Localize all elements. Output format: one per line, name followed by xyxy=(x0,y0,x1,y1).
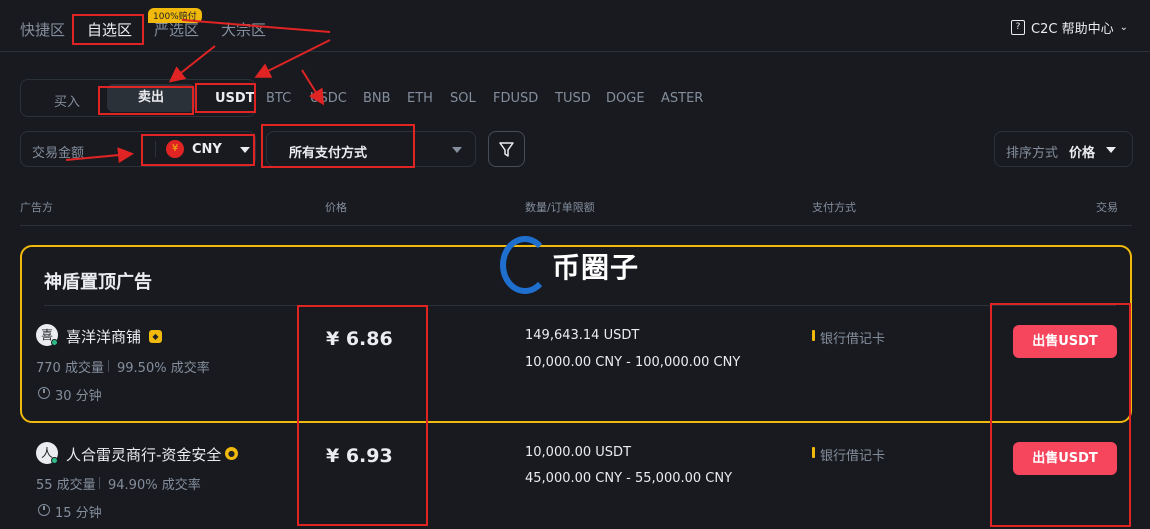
header-payment: 支付方式 xyxy=(812,201,856,214)
help-center-link[interactable]: ? C2C 帮助中心 ⌄ xyxy=(1011,18,1128,37)
coin-tab-aster[interactable]: ASTER xyxy=(661,91,703,106)
annotation-box xyxy=(297,305,428,526)
merchant-shield-icon: ◆ xyxy=(149,330,162,343)
stat-divider xyxy=(108,360,109,372)
available-quantity: 149,643.14 USDT xyxy=(525,328,640,343)
avg-release-time: 30 分钟 xyxy=(55,389,102,404)
annotation-box xyxy=(98,86,194,115)
watermark: 币圈子 xyxy=(500,236,650,296)
avg-release-time: 15 分钟 xyxy=(55,506,102,521)
header-divider xyxy=(20,225,1132,226)
buy-toggle[interactable]: 买入 xyxy=(54,91,80,110)
order-count: 55 成交量 xyxy=(36,478,96,493)
online-status-dot xyxy=(51,457,58,464)
annotation-box xyxy=(990,303,1131,527)
coin-tab-tusd[interactable]: TUSD xyxy=(555,91,591,106)
payment-method: 银行借记卡 xyxy=(820,332,886,347)
annotation-box xyxy=(72,14,144,45)
available-quantity: 10,000.00 USDT xyxy=(525,445,632,460)
annotation-box xyxy=(195,83,256,113)
header-amount-limit: 数量/订单限额 xyxy=(525,201,595,214)
coin-tab-btc[interactable]: BTC xyxy=(266,91,291,106)
payment-method: 银行借记卡 xyxy=(820,449,886,464)
sort-label: 排序方式 xyxy=(1006,146,1059,161)
filter-icon xyxy=(499,142,514,157)
tab-quick-zone[interactable]: 快捷区 xyxy=(20,19,65,40)
coin-tab-doge[interactable]: DOGE xyxy=(606,91,645,106)
top-bar: 快捷区 自选区 严选区 大宗区 100%赔付 ? C2C 帮助中心 ⌄ xyxy=(0,0,1150,52)
merchant-verified-icon: ● xyxy=(225,447,238,460)
watermark-text: 币圈子 xyxy=(552,251,640,284)
payment-indicator xyxy=(812,330,815,341)
coin-tab-eth[interactable]: ETH xyxy=(407,91,433,106)
header-price: 价格 xyxy=(325,201,347,214)
coin-tab-bnb[interactable]: BNB xyxy=(363,91,391,106)
payment-caret-icon xyxy=(452,147,462,153)
amount-label: 交易金额 xyxy=(32,146,85,161)
guarantee-badge: 100%赔付 xyxy=(148,8,202,23)
online-status-dot xyxy=(51,339,58,346)
order-count: 770 成交量 xyxy=(36,361,104,376)
watermark-logo-icon xyxy=(500,236,550,294)
order-limit: 10,000.00 CNY - 100,000.00 CNY xyxy=(525,355,741,370)
coin-tab-usdc[interactable]: USDC xyxy=(310,91,347,106)
annotation-box xyxy=(261,124,415,168)
pinned-ad-title: 神盾置顶广告 xyxy=(44,272,152,293)
sort-caret-icon xyxy=(1106,147,1116,153)
merchant-name[interactable]: 人合雷灵商行-资金安全 xyxy=(66,444,221,465)
completion-rate: 94.90% 成交率 xyxy=(108,478,201,493)
payment-indicator xyxy=(812,447,815,458)
pinned-ad-divider xyxy=(44,305,1116,306)
merchant-name[interactable]: 喜洋洋商铺 xyxy=(66,326,141,347)
coin-tab-sol[interactable]: SOL xyxy=(450,91,476,106)
stat-divider xyxy=(99,477,100,489)
completion-rate: 99.50% 成交率 xyxy=(117,361,210,376)
clock-icon xyxy=(38,504,50,516)
filter-button[interactable] xyxy=(488,131,525,167)
clock-icon xyxy=(38,387,50,399)
help-icon: ? xyxy=(1011,20,1026,35)
chevron-down-icon: ⌄ xyxy=(1119,22,1128,33)
header-trade: 交易 xyxy=(1096,201,1118,214)
annotation-box xyxy=(141,134,255,166)
coin-tab-fdusd[interactable]: FDUSD xyxy=(493,91,538,106)
help-center-label: C2C 帮助中心 xyxy=(1031,22,1114,37)
header-advertiser: 广告方 xyxy=(20,201,53,214)
order-limit: 45,000.00 CNY - 55,000.00 CNY xyxy=(525,471,733,486)
tab-block-zone[interactable]: 大宗区 xyxy=(221,19,266,40)
sort-value: 价格 xyxy=(1069,146,1096,161)
